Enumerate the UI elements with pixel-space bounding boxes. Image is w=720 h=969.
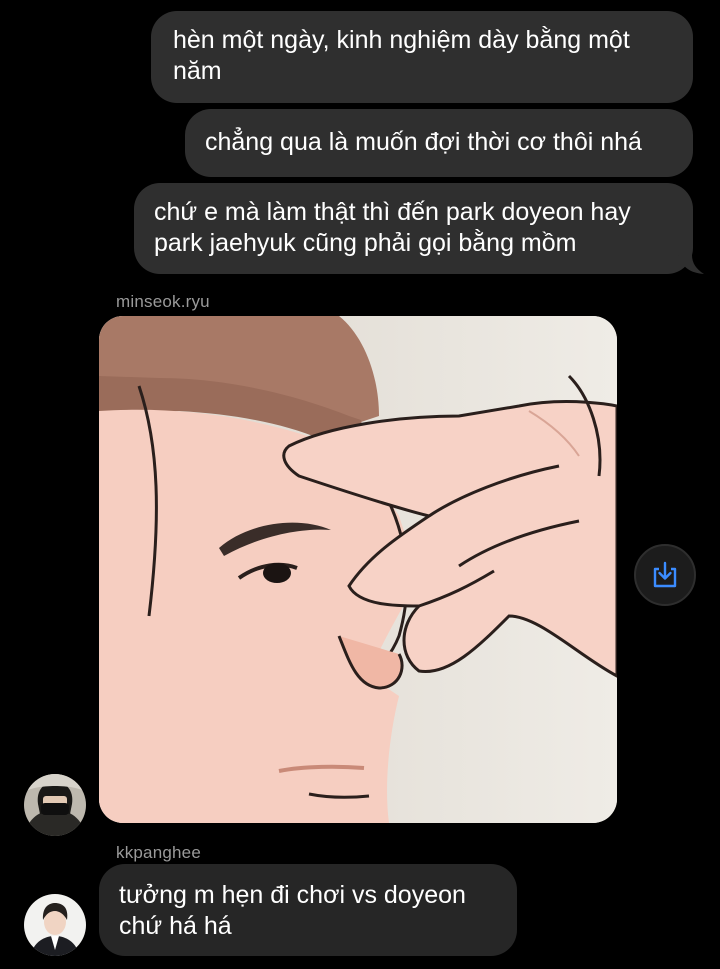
avatar[interactable] [24, 894, 86, 956]
avatar[interactable] [24, 774, 86, 836]
outgoing-message-bubble[interactable]: hèn một ngày, kinh nghiệm dày bằng một n… [151, 11, 693, 103]
message-text: chứ e mà làm thật thì đến park doyeon ha… [154, 198, 631, 257]
sender-name: minseok.ryu [116, 292, 210, 311]
cartoon-man-pinching-nose-image [99, 316, 617, 823]
message-text: chẳng qua là muốn đợi thời cơ thôi nhá [205, 128, 642, 156]
incoming-message-bubble[interactable]: tưởng m hẹn đi chơi vs doyeon chứ há há [99, 864, 517, 956]
sender-name: kkpanghee [116, 843, 201, 862]
download-icon [653, 561, 677, 588]
outgoing-message-bubble[interactable]: chẳng qua là muốn đợi thời cơ thôi nhá [185, 109, 693, 177]
image-message[interactable] [99, 316, 617, 823]
message-text: hèn một ngày, kinh nghiệm dày bằng một n… [173, 26, 630, 85]
save-image-button[interactable] [634, 544, 696, 606]
bubble-tail [678, 255, 704, 274]
outgoing-message-bubble[interactable]: chứ e mà làm thật thì đến park doyeon ha… [134, 183, 693, 274]
message-text: tưởng m hẹn đi chơi vs doyeon chứ há há [119, 881, 466, 940]
